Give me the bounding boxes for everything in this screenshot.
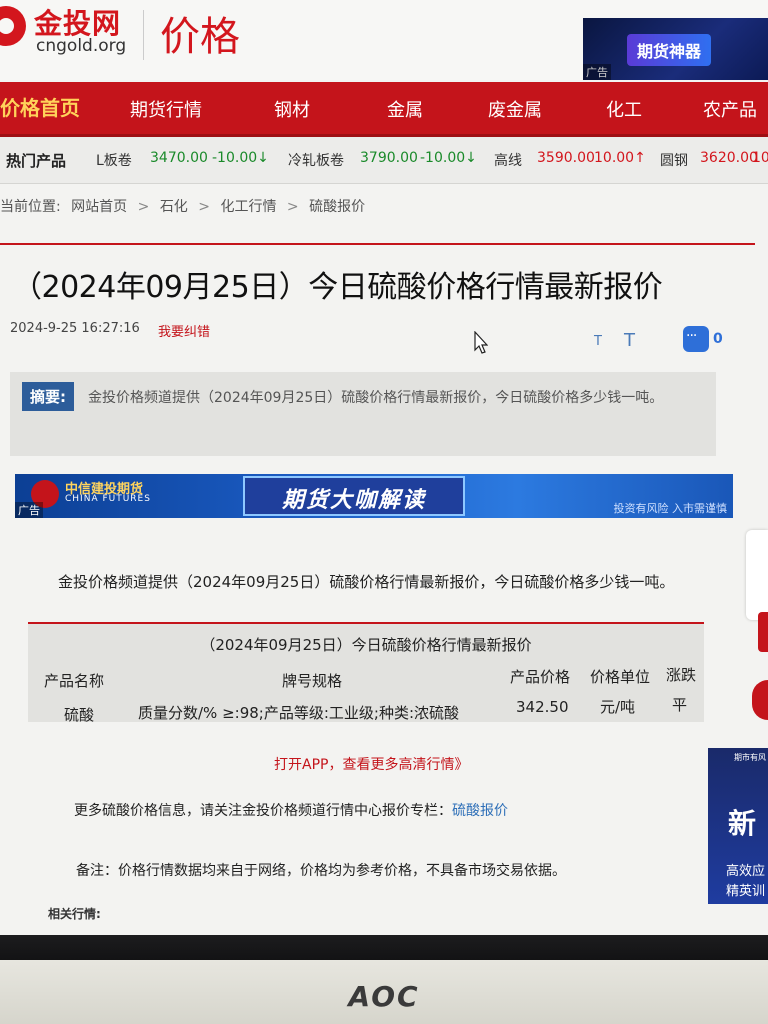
right-ad-line1: 高效应 <box>726 864 766 879</box>
article-top-rule <box>0 243 755 245</box>
ticker-item-price: 3590.00 <box>537 150 595 166</box>
disclaimer-note: 备注：价格行情数据均来自于网络，价格均为参考价格，不具备市场交易依据。 <box>76 863 566 879</box>
ticker-item-name[interactable]: 高线 <box>494 150 522 170</box>
nav-item-futures[interactable]: 期货行情 <box>130 96 202 122</box>
browser-viewport: 金投网 cngold.org 价格 期货神器 广告 价格首页 期货行情 钢材 金… <box>0 0 768 935</box>
open-app-link[interactable]: 打开APP，查看更多高清行情》 <box>274 754 468 774</box>
breadcrumb-item-current[interactable]: 硫酸报价 <box>309 199 365 215</box>
logo-domain[interactable]: cngold.org <box>36 36 126 56</box>
header-ad-text: 期货神器 <box>627 34 712 66</box>
right-ad-line2: 精英训 <box>726 884 766 899</box>
table-header: 产品价格 <box>510 668 571 686</box>
table-caption: （2024年09月25日）今日硫酸价格行情最新报价 <box>200 636 532 654</box>
ad-risk-note: 投资有风险 入市需谨慎 <box>613 502 728 515</box>
table-cell-product: 硫酸 <box>64 706 95 724</box>
table-header: 牌号规格 <box>282 672 343 690</box>
comment-count[interactable]: 0 <box>713 331 723 347</box>
nav-item-metal[interactable]: 金属 <box>387 96 423 122</box>
site-header: 金投网 cngold.org 价格 期货神器 广告 <box>0 0 768 80</box>
breadcrumb-item-petrochemical[interactable]: 石化 <box>160 199 188 215</box>
breadcrumb-prefix: 当前位置: <box>0 199 61 215</box>
chevron-right-icon: > <box>286 199 299 215</box>
header-ad[interactable]: 期货神器 广告 <box>583 18 768 80</box>
logo-icon[interactable] <box>0 6 26 46</box>
table-cell-price: 342.50 <box>516 698 569 716</box>
summary-label: 摘要: <box>22 382 74 411</box>
price-table: （2024年09月25日）今日硫酸价格行情最新报价 产品名称 牌号规格 产品价格… <box>28 624 704 724</box>
main-nav: 价格首页 期货行情 钢材 金属 废金属 化工 农产品 <box>0 82 768 137</box>
font-size-large-button[interactable]: T <box>624 330 635 351</box>
comment-icon[interactable] <box>683 326 709 352</box>
report-error-link[interactable]: 我要纠错 <box>158 321 210 340</box>
more-info-text: 更多硫酸价格信息，请关注金投价格频道行情中心报价专栏： <box>74 803 452 819</box>
table-cell-unit: 元/吨 <box>600 698 636 716</box>
table-header: 价格单位 <box>590 668 651 686</box>
ticker-item-name[interactable]: 冷轧板卷 <box>288 150 344 170</box>
ticker-item-price: 3620.00 <box>700 150 758 166</box>
floating-side-button[interactable] <box>758 612 768 652</box>
floating-side-button[interactable] <box>752 680 768 720</box>
ticker-item-name[interactable]: 圆钢 <box>660 150 688 170</box>
breadcrumb: 当前位置: 网站首页 > 石化 > 化工行情 > 硫酸报价 <box>0 196 371 216</box>
table-header: 产品名称 <box>44 672 105 690</box>
section-title: 价格 <box>160 14 240 60</box>
ticker-label: 热门产品 <box>6 152 67 170</box>
table-header: 涨跌 <box>666 666 697 684</box>
monitor-brand-logo: AOC <box>348 980 420 1013</box>
ticker-item-change: 10.00↑ <box>594 150 646 166</box>
ticker-item-change: 10 <box>752 150 768 166</box>
ticker-item-name[interactable]: L板卷 <box>96 150 132 170</box>
sulfuric-acid-quote-link[interactable]: 硫酸报价 <box>452 803 508 819</box>
article-intro: 金投价格频道提供（2024年09月25日）硫酸价格行情最新报价，今日硫酸价格多少… <box>58 573 675 591</box>
breadcrumb-item-chemical-market[interactable]: 化工行情 <box>220 199 276 215</box>
mouse-cursor-icon <box>474 331 488 354</box>
nav-item-chemical[interactable]: 化工 <box>606 96 642 122</box>
logo-divider <box>143 10 144 60</box>
summary-text: 金投价格频道提供（2024年09月25日）硫酸价格行情最新报价，今日硫酸价格多少… <box>88 390 664 406</box>
breadcrumb-item-home[interactable]: 网站首页 <box>71 199 127 215</box>
right-ad-top-text: 期市有风 <box>734 753 766 762</box>
related-quotes-heading: 相关行情: <box>48 907 101 921</box>
table-cell-spec: 质量分数/% ≥:98;产品等级:工业级;种类:浓硫酸 <box>138 704 460 722</box>
ad-headline: 期货大咖解读 <box>281 488 426 513</box>
nav-item-agriculture[interactable]: 农产品 <box>703 96 757 122</box>
hot-products-ticker: 热门产品 L板卷 3470.00 -10.00↓ 冷轧板卷 3790.00 -1… <box>0 137 768 184</box>
article-title: （2024年09月25日）今日硫酸价格行情最新报价 <box>12 270 663 305</box>
ticker-item-price: 3470.00 <box>150 150 208 166</box>
right-side-ad[interactable]: 期市有风 新 高效应 精英训 <box>708 748 768 904</box>
more-info-paragraph: 更多硫酸价格信息，请关注金投价格频道行情中心报价专栏：硫酸报价 <box>74 800 508 820</box>
ad-headline-box: 期货大咖解读 <box>243 476 465 516</box>
chevron-right-icon: > <box>137 199 150 215</box>
chevron-right-icon: > <box>198 199 210 215</box>
right-ad-headline: 新 <box>728 807 757 840</box>
nav-item-price-home[interactable]: 价格首页 <box>0 92 80 121</box>
futures-ad-banner[interactable]: 中信建投期货 CHINA FUTURES 期货大咖解读 投资有风险 入市需谨慎 … <box>15 474 733 518</box>
ad-brand-en: CHINA FUTURES <box>65 494 151 504</box>
ad-label: 广告 <box>583 64 611 80</box>
article-summary: 金投价格频道提供（2024年09月25日）硫酸价格行情最新报价，今日硫酸价格多少… <box>10 372 716 456</box>
ticker-item-change: -10.00↓ <box>420 150 477 166</box>
nav-item-scrap-metal[interactable]: 废金属 <box>488 96 542 122</box>
ticker-item-price: 3790.00 <box>360 150 418 166</box>
table-cell-change: 平 <box>672 696 688 714</box>
floating-side-widget[interactable] <box>746 530 768 620</box>
ticker-item-change: -10.00↓ <box>212 150 269 166</box>
nav-item-steel[interactable]: 钢材 <box>274 96 310 122</box>
ad-label: 广告 <box>15 502 43 518</box>
publish-date: 2024-9-25 16:27:16 <box>10 321 140 336</box>
font-size-small-button[interactable]: T <box>594 334 602 349</box>
